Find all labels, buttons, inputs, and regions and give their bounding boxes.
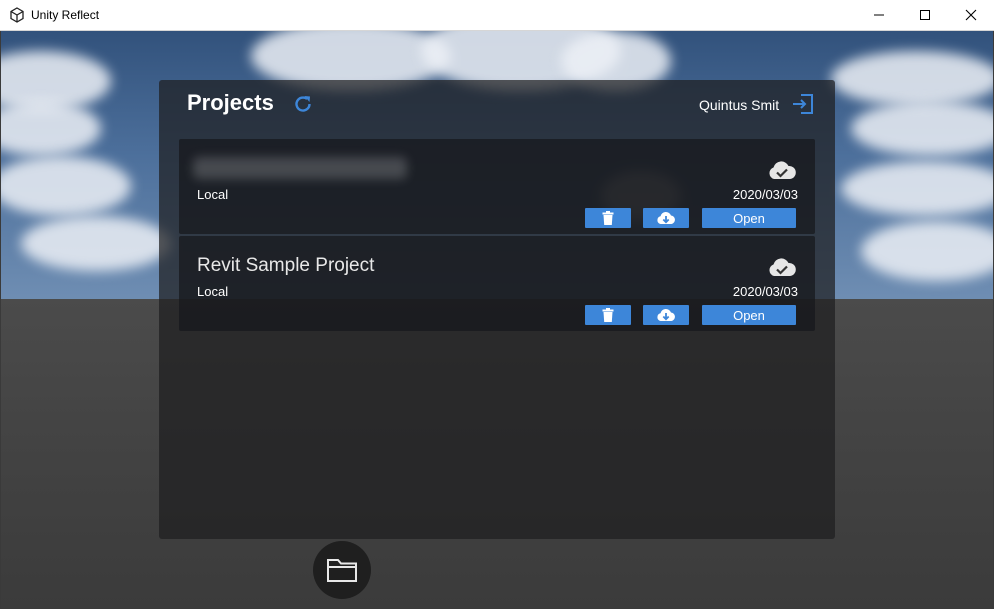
project-name: Revit Sample Project [197, 255, 375, 276]
window-title: Unity Reflect [31, 8, 100, 22]
trash-icon [602, 308, 614, 322]
open-button[interactable]: Open [702, 305, 796, 325]
open-folder-button[interactable] [313, 541, 371, 599]
download-button[interactable] [643, 208, 689, 228]
projects-panel: Projects Quintus Smit Local 2020/03/03 O… [159, 80, 835, 539]
delete-button[interactable] [585, 208, 631, 228]
trash-icon [602, 211, 614, 225]
project-card[interactable]: Local 2020/03/03 Open [179, 139, 815, 234]
cloud-download-icon [657, 211, 675, 224]
project-location: Local [197, 284, 229, 299]
project-date: 2020/03/03 [732, 284, 798, 299]
minimize-button[interactable] [856, 0, 902, 30]
delete-button[interactable] [585, 305, 631, 325]
cloud-download-icon [657, 308, 675, 321]
open-button[interactable]: Open [702, 208, 796, 228]
title-bar: Unity Reflect [0, 0, 994, 31]
refresh-icon[interactable] [292, 93, 314, 115]
panel-title: Projects [187, 90, 274, 115]
maximize-button[interactable] [902, 0, 948, 30]
close-button[interactable] [948, 0, 994, 30]
download-button[interactable] [643, 305, 689, 325]
project-date: 2020/03/03 [732, 187, 798, 202]
cloud-check-icon [767, 159, 797, 181]
unity-logo-icon [9, 7, 25, 23]
cloud-check-icon [767, 256, 797, 278]
logout-icon[interactable] [791, 93, 815, 115]
user-name[interactable]: Quintus Smit [699, 97, 779, 113]
project-name-redacted [193, 157, 407, 179]
folder-icon [327, 559, 357, 582]
project-location: Local [197, 187, 229, 202]
project-card[interactable]: Revit Sample Project Local 2020/03/03 Op… [179, 236, 815, 331]
